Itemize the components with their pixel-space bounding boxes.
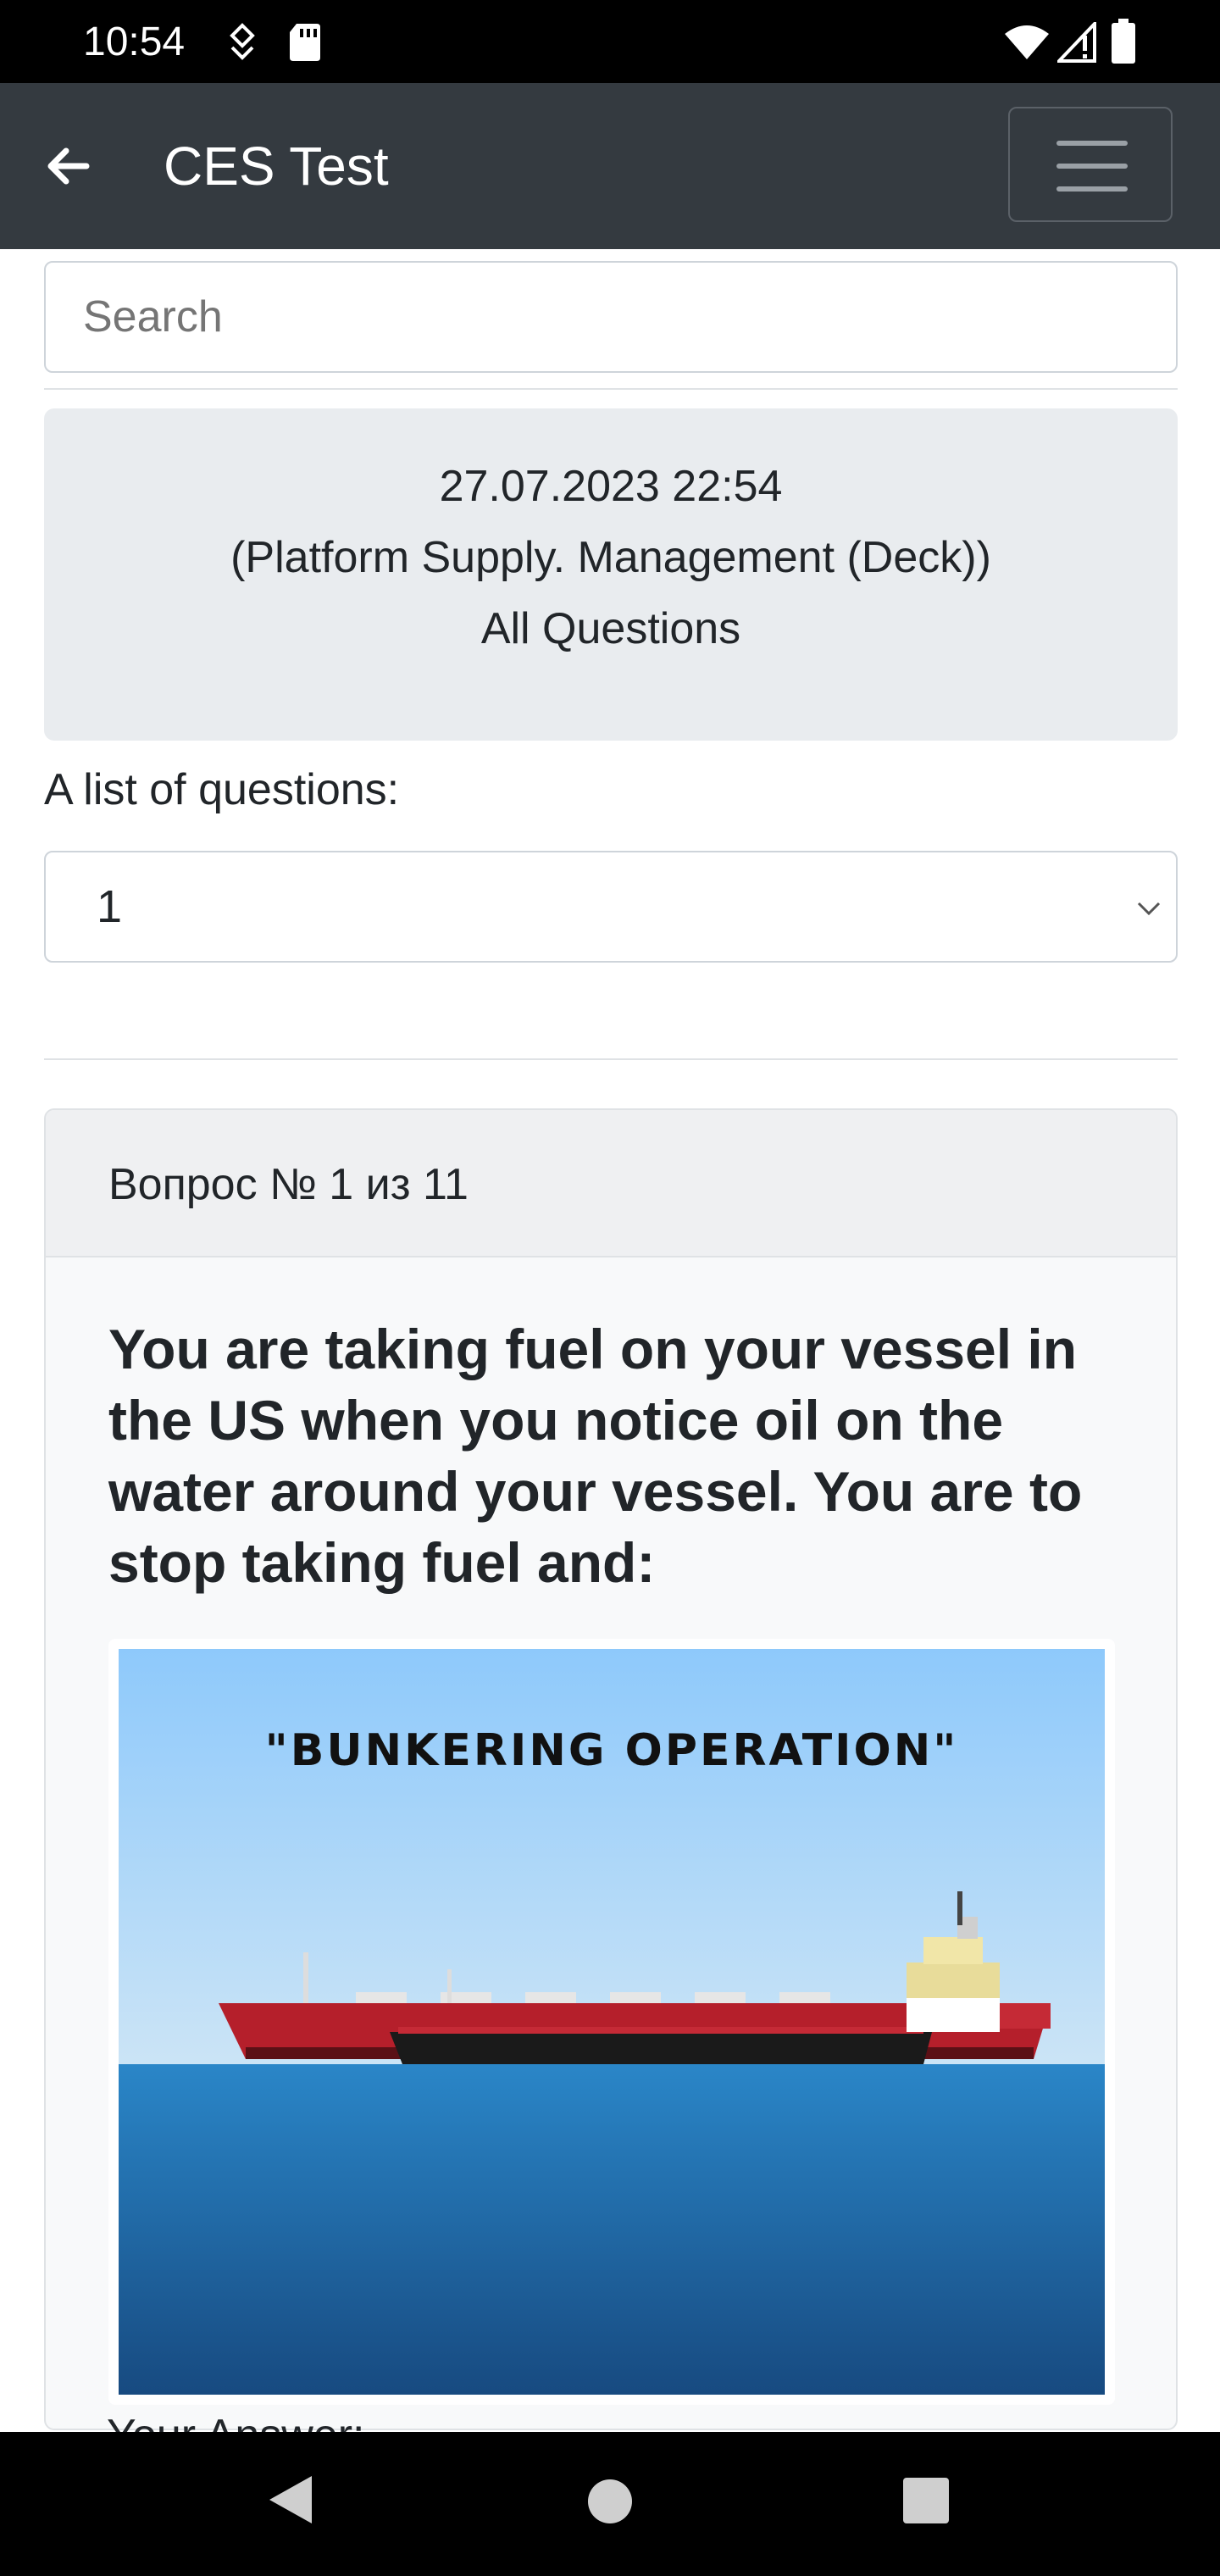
question-image: "BUNKERING OPERATION" [108, 1639, 1115, 2405]
nav-home-icon[interactable] [586, 2478, 634, 2525]
divider [44, 1058, 1178, 1060]
bunkering-illustration: "BUNKERING OPERATION" [119, 1649, 1105, 2395]
questions-list-label: A list of questions: [44, 765, 400, 814]
nfc-icon [230, 23, 255, 60]
question-select[interactable]: 1 [44, 851, 1178, 963]
nav-recents-icon[interactable] [903, 2478, 949, 2523]
image-caption: "BUNKERING OPERATION" [264, 1725, 959, 1776]
status-bar: 10:54 [0, 0, 1220, 83]
menu-toggle-button[interactable] [1008, 107, 1173, 222]
app-title: CES Test [164, 136, 389, 197]
battery-icon [1112, 19, 1135, 64]
test-datetime: 27.07.2023 22:54 [439, 462, 783, 511]
app-bar: CES Test [0, 83, 1220, 249]
test-course: (Platform Supply. Management (Deck)) [230, 533, 991, 582]
nav-back-icon[interactable] [266, 2473, 313, 2527]
divider [44, 388, 1178, 390]
question-card: Вопрос № 1 из 11 You are taking fuel on … [44, 1108, 1178, 2430]
question-card-header: Вопрос № 1 из 11 [46, 1110, 1176, 1257]
sd-card-icon [290, 24, 320, 61]
question-number: Вопрос № 1 из 11 [108, 1160, 469, 1209]
back-arrow-icon[interactable] [44, 142, 92, 190]
navigation-bar [0, 2432, 1220, 2576]
test-scope: All Questions [480, 604, 741, 653]
question-select-value: 1 [97, 881, 123, 932]
test-info-panel: 27.07.2023 22:54 (Platform Supply. Manag… [44, 408, 1178, 741]
wifi-icon [1005, 25, 1049, 59]
cellular-signal-icon [1057, 22, 1096, 63]
search-input[interactable] [44, 261, 1178, 373]
chevron-down-icon [1137, 902, 1161, 916]
status-time: 10:54 [83, 19, 186, 64]
question-text: You are taking fuel on your vessel in th… [108, 1318, 1083, 1594]
